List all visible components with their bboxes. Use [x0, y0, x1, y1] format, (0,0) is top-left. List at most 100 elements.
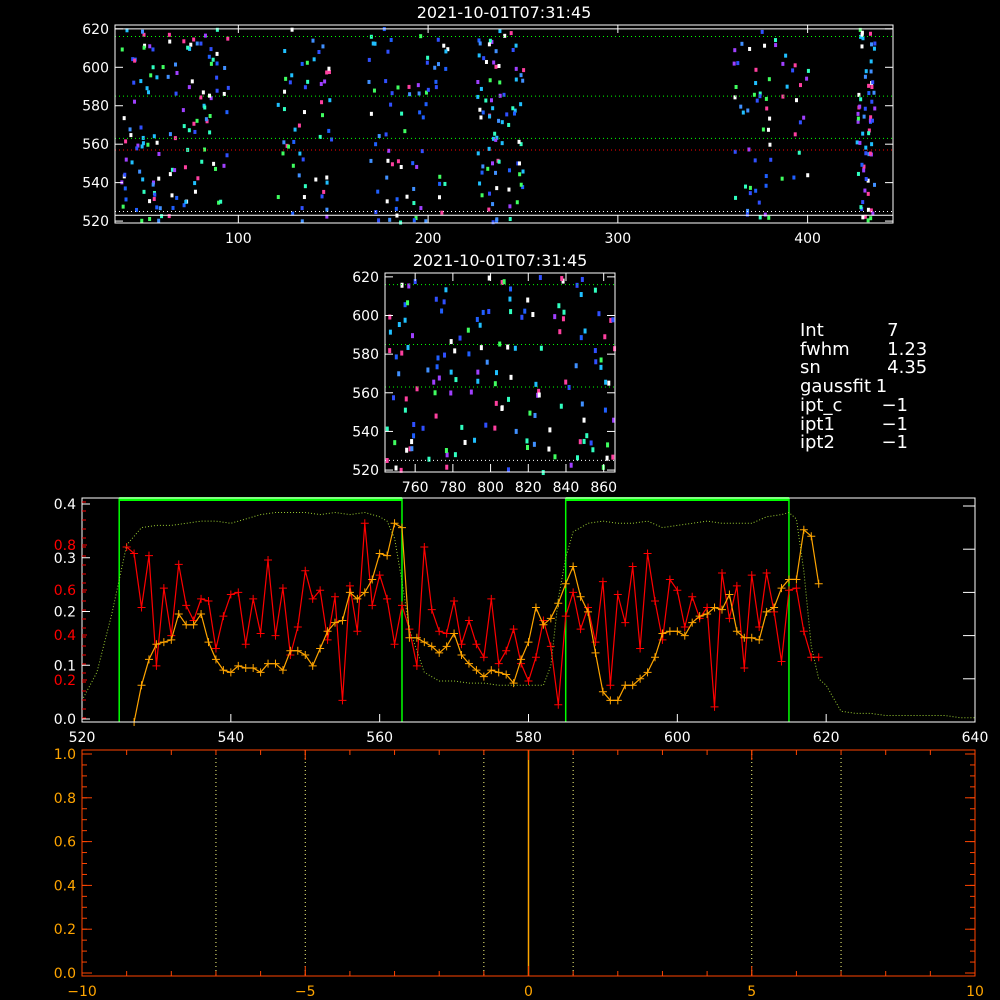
image-pixel [599, 357, 603, 363]
image-pixel [591, 447, 595, 453]
profile-marker [301, 651, 310, 660]
image-pixel [174, 62, 178, 67]
image-pixel [444, 66, 448, 71]
image-pixel [866, 218, 870, 223]
image-pixel [155, 205, 159, 210]
image-pixel [208, 130, 212, 135]
profile-marker [665, 575, 674, 584]
top-image-frame [114, 24, 894, 224]
image-pixel [480, 170, 484, 175]
image-pixel [560, 276, 564, 282]
zoom-image-y-tick-label: 580 [352, 347, 379, 363]
profile-marker [554, 700, 563, 709]
image-pixel [873, 182, 877, 187]
image-pixel [870, 99, 874, 104]
image-pixel [396, 85, 400, 90]
image-pixel [297, 123, 301, 128]
top-image-x-tick-label: 400 [794, 231, 821, 247]
image-pixel [611, 317, 615, 323]
image-pixel [585, 433, 589, 439]
top-image-y-tick-label: 520 [82, 214, 109, 230]
image-pixel [515, 200, 519, 205]
image-pixel [133, 99, 137, 104]
image-pixel [397, 322, 401, 328]
image-pixel [412, 218, 416, 223]
image-pixel [480, 193, 484, 198]
image-pixel [469, 389, 473, 395]
image-pixel [151, 65, 155, 70]
image-pixel [399, 165, 403, 170]
image-pixel [519, 102, 523, 107]
profile-marker [762, 568, 771, 577]
image-pixel [476, 94, 480, 99]
image-pixel [528, 410, 532, 416]
profile-marker [710, 702, 719, 711]
image-pixel [871, 80, 875, 85]
image-pixel [419, 206, 423, 211]
image-pixel [503, 33, 507, 38]
profile-marker [167, 635, 176, 644]
image-pixel [426, 367, 430, 373]
image-pixel [140, 218, 144, 223]
profile-x-tick-label: 640 [962, 730, 989, 746]
fit-parameters-panel: Int 7 fwhm 1.23 sn 4.35 gaussfit 1 ipt_c −1 i… [800, 320, 927, 454]
image-pixel [525, 444, 529, 450]
profile-marker [576, 592, 585, 601]
image-pixel [486, 166, 490, 171]
image-pixel [860, 44, 864, 49]
image-pixel [407, 84, 411, 89]
profile-marker [598, 577, 607, 586]
profile-marker [249, 594, 258, 603]
image-pixel [514, 43, 518, 48]
image-pixel [440, 308, 444, 314]
profile-marker [643, 549, 652, 558]
image-pixel [387, 148, 391, 153]
image-pixel [325, 70, 329, 75]
bottom-x-tick-label: −5 [295, 984, 316, 1000]
image-pixel [493, 381, 497, 387]
image-pixel [121, 204, 125, 209]
image-pixel [322, 189, 326, 194]
profile-marker [211, 655, 220, 664]
image-pixel [405, 194, 409, 199]
fit-parameter-name: ipt2 [800, 432, 835, 454]
image-pixel [161, 65, 165, 70]
image-pixel [508, 296, 512, 302]
image-pixel [594, 359, 598, 365]
image-pixel [306, 79, 310, 84]
image-pixel [282, 140, 286, 145]
image-pixel [497, 159, 501, 164]
image-pixel [305, 60, 309, 65]
image-pixel [495, 370, 499, 376]
image-pixel [418, 110, 422, 115]
image-pixel [498, 80, 502, 85]
image-pixel [122, 116, 126, 121]
fit-parameter-name: Int [800, 320, 824, 341]
image-pixel [211, 57, 215, 62]
image-pixel [599, 364, 603, 370]
image-pixel [377, 134, 381, 139]
profile-marker [390, 519, 399, 528]
profile-marker [293, 622, 302, 631]
image-pixel [327, 66, 331, 71]
image-pixel [593, 348, 597, 354]
image-pixel [152, 134, 156, 139]
profile-marker [799, 627, 808, 636]
image-pixel [434, 296, 438, 302]
image-pixel [860, 32, 864, 37]
image-pixel [377, 218, 381, 223]
figure-canvas: 2021-10-01T07:31:45100 200 300 400520540560… [54, 3, 989, 1000]
image-pixel [426, 55, 430, 60]
profile-marker [814, 579, 823, 588]
image-pixel [385, 199, 389, 204]
profile-marker [264, 556, 273, 564]
image-pixel [384, 79, 388, 84]
profile-marker [286, 646, 295, 655]
image-pixel [606, 442, 610, 448]
image-pixel [507, 187, 511, 192]
image-pixel [774, 43, 778, 48]
profile-marker [137, 603, 146, 612]
image-pixel [487, 42, 491, 47]
image-pixel [514, 66, 518, 71]
image-pixel [203, 33, 207, 38]
